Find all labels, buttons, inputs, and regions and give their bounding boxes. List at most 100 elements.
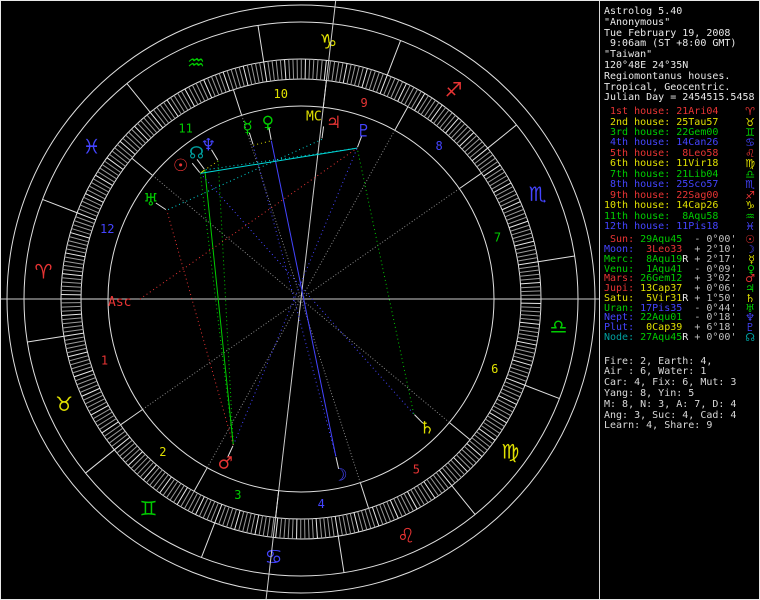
degree-tick [264, 62, 267, 82]
zodiac-aries-glyph: ♈ [34, 260, 52, 284]
degree-tick [292, 519, 293, 539]
house-number: 6 [491, 362, 498, 376]
degree-tick [495, 187, 513, 196]
degree-tick [517, 341, 537, 345]
degree-tick [324, 60, 326, 80]
degree-tick [65, 337, 85, 340]
degree-tick [109, 154, 125, 166]
house-cusp-segment [132, 158, 153, 175]
degree-tick [63, 326, 83, 328]
degree-tick [506, 213, 525, 220]
degree-tick [267, 517, 270, 537]
degree-tick [105, 161, 121, 172]
degree-tick [440, 113, 453, 129]
house-system: Regiomontanus houses. [604, 72, 757, 83]
degree-tick [520, 322, 540, 324]
degree-tick [63, 265, 83, 268]
planet-row: Node: 27Aqu45R + 0°00'☊ [604, 333, 757, 343]
degree-tick [65, 253, 85, 257]
degree-tick [66, 249, 86, 253]
degree-tick [80, 385, 98, 393]
degree-tick [494, 183, 512, 193]
degree-tick [259, 516, 262, 536]
degree-tick [499, 194, 517, 203]
house-number: 9 [361, 96, 368, 110]
degree-tick [82, 201, 100, 209]
house-cusp-segment [360, 483, 368, 509]
degree-tick [181, 91, 191, 108]
degree-tick [77, 213, 96, 220]
degree-tick [93, 179, 110, 189]
degree-tick [95, 175, 112, 185]
aspect-line-moon-venus [271, 141, 335, 456]
degree-tick [260, 63, 263, 83]
degree-tick [324, 518, 326, 538]
degree-tick [518, 262, 538, 265]
degree-tick [107, 158, 123, 170]
degree-tick [171, 98, 182, 115]
planet-pointer [322, 126, 324, 138]
degree-tick [497, 190, 515, 199]
degree-tick [112, 151, 128, 163]
degree-tick [61, 310, 81, 311]
degree-tick [519, 326, 539, 328]
zodiac-libra-glyph: ♎ [550, 314, 568, 338]
degree-tick [87, 399, 105, 408]
degree-tick [472, 148, 488, 161]
house-cusp-segment [233, 90, 241, 116]
degree-tick [64, 333, 84, 336]
degree-tick [415, 93, 425, 110]
degree-tick [153, 110, 165, 126]
house-number: 10 [274, 87, 288, 101]
degree-tick [247, 65, 251, 84]
planet-uranus-glyph: ♅ [143, 191, 158, 211]
degree-tick [163, 479, 174, 495]
degree-tick [115, 148, 131, 161]
planet-pluto-glyph: ♇ [356, 121, 371, 141]
degree-tick [63, 269, 83, 271]
degree-tick [263, 516, 266, 536]
degree-tick [401, 495, 410, 513]
degree-tick [66, 344, 86, 348]
degree-tick [62, 278, 82, 280]
info-panel: Astrolog 5.40 "Anonymous" Tue February 1… [604, 1, 757, 599]
degree-tick [394, 82, 402, 100]
degree-tick [95, 412, 112, 422]
degree-tick [157, 107, 169, 123]
degree-tick [170, 483, 181, 500]
degree-tick [339, 516, 342, 536]
degree-tick [424, 482, 435, 499]
mc-label: MC [306, 109, 322, 124]
degree-tick [514, 352, 533, 357]
degree-tick [519, 330, 539, 333]
degree-tick [184, 491, 194, 508]
degree-tick [347, 64, 351, 84]
degree-tick [519, 266, 539, 269]
asc-label: Asc [108, 295, 131, 310]
degree-tick [483, 422, 500, 433]
degree-tick [247, 513, 252, 532]
house-cusp-text: 7th house: 21Lib04 [604, 169, 718, 180]
chart-name: "Anonymous" [604, 18, 757, 29]
degree-tick [328, 517, 330, 537]
house-cusp-text: 10th house: 14Cap26 [604, 200, 718, 211]
degree-tick [61, 290, 81, 291]
degree-tick [387, 78, 395, 96]
degree-tick [160, 477, 172, 493]
degree-tick [380, 75, 387, 94]
degree-tick [427, 103, 438, 119]
degree-tick [215, 504, 222, 523]
degree-tick [343, 515, 347, 535]
degree-tick [390, 500, 398, 518]
sign-boundary [127, 84, 150, 113]
house-row: 12th house: 11Pis18♓ [604, 222, 757, 232]
house-cusp-text: 5th house: 8Leo58 [604, 148, 718, 159]
degree-tick [85, 395, 103, 404]
degree-tick [62, 318, 82, 320]
house-cusp-spoke [153, 176, 301, 299]
degree-tick [87, 190, 105, 199]
aspect-line-mars-pluto [233, 148, 357, 445]
degree-tick [398, 83, 407, 101]
degree-tick [82, 388, 100, 396]
degree-tick [503, 385, 521, 393]
